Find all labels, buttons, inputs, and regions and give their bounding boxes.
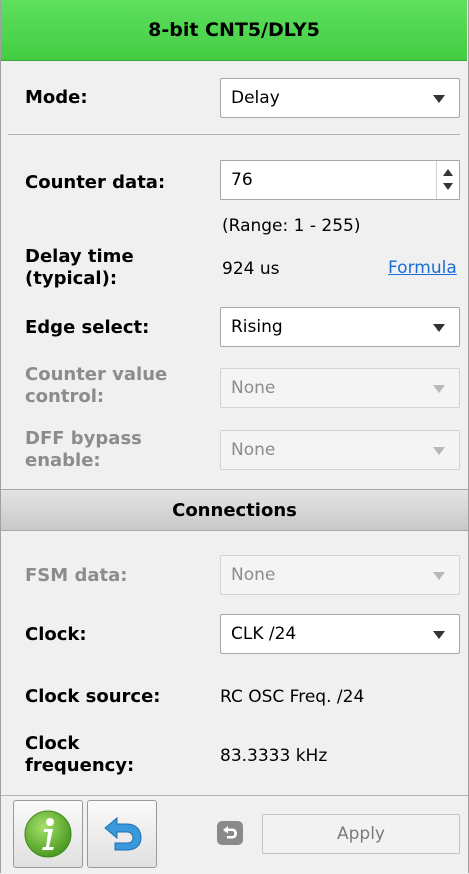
counter-data-label: Counter data: xyxy=(25,172,166,193)
clock-select[interactable]: CLK /24 xyxy=(220,614,460,654)
spin-buttons[interactable] xyxy=(436,161,459,199)
chevron-down-icon xyxy=(433,572,445,580)
panel-border-left xyxy=(0,0,1,873)
mode-select[interactable]: Delay xyxy=(220,78,460,118)
connections-header: Connections xyxy=(1,489,468,531)
panel-title: 8-bit CNT5/DLY5 xyxy=(1,0,467,61)
chevron-down-icon xyxy=(433,385,445,393)
reset-icon[interactable] xyxy=(217,821,243,845)
chevron-down-icon xyxy=(433,324,445,332)
counter-value-control-value: None xyxy=(231,378,276,398)
edge-select-value: Rising xyxy=(231,317,283,337)
mode-select-value: Delay xyxy=(231,88,280,108)
dff-bypass-select[interactable]: None xyxy=(220,430,460,470)
clock-frequency-value: 83.3333 kHz xyxy=(220,746,328,766)
info-icon xyxy=(24,810,72,858)
chevron-down-icon xyxy=(433,95,445,103)
mode-label: Mode: xyxy=(25,87,88,108)
counter-data-value: 76 xyxy=(231,170,253,190)
counter-value-control-label-line1: Counter value xyxy=(25,364,168,385)
revert-button[interactable] xyxy=(87,800,157,868)
dff-bypass-label: DFF bypass enable: xyxy=(25,428,142,472)
spin-up-icon[interactable] xyxy=(443,169,453,176)
chevron-down-icon xyxy=(433,447,445,455)
info-button[interactable] xyxy=(13,800,83,868)
dff-bypass-label-line2: enable: xyxy=(25,450,101,471)
clock-source-label: Clock source: xyxy=(25,686,161,707)
clock-frequency-label: Clock frequency: xyxy=(25,733,134,777)
fsm-data-select[interactable]: None xyxy=(220,555,460,595)
clock-frequency-label-line1: Clock xyxy=(25,733,80,754)
clock-select-value: CLK /24 xyxy=(231,624,297,644)
counter-value-control-label: Counter value control: xyxy=(25,364,167,408)
counter-data-spinbox[interactable]: 76 xyxy=(220,160,460,200)
counter-value-control-label-line2: control: xyxy=(25,386,105,407)
edge-select-label: Edge select: xyxy=(25,317,150,338)
formula-link[interactable]: Formula xyxy=(388,258,457,278)
delay-time-label-line2: (typical): xyxy=(25,268,118,289)
spin-down-icon[interactable] xyxy=(443,183,453,190)
fsm-data-value: None xyxy=(231,565,276,585)
edge-select[interactable]: Rising xyxy=(220,307,460,347)
counter-range-hint: (Range: 1 - 255) xyxy=(222,216,361,236)
fsm-data-label: FSM data: xyxy=(25,565,128,586)
dff-bypass-label-line1: DFF bypass xyxy=(25,428,142,449)
apply-button[interactable]: Apply xyxy=(262,814,460,854)
undo-icon xyxy=(104,816,142,851)
dff-bypass-value: None xyxy=(231,440,276,460)
delay-time-value: 924 us xyxy=(222,259,280,279)
properties-panel: 8-bit CNT5/DLY5 Mode: Delay Counter data… xyxy=(0,0,469,874)
counter-value-control-select[interactable]: None xyxy=(220,368,460,408)
chevron-down-icon xyxy=(433,631,445,639)
delay-time-label: Delay time (typical): xyxy=(25,246,134,290)
clock-source-value: RC OSC Freq. /24 xyxy=(220,687,365,707)
divider xyxy=(8,134,460,135)
clock-frequency-label-line2: frequency: xyxy=(25,755,135,776)
undo-small-icon xyxy=(223,826,237,839)
clock-label: Clock: xyxy=(25,624,87,645)
delay-time-label-line1: Delay time xyxy=(25,246,134,267)
